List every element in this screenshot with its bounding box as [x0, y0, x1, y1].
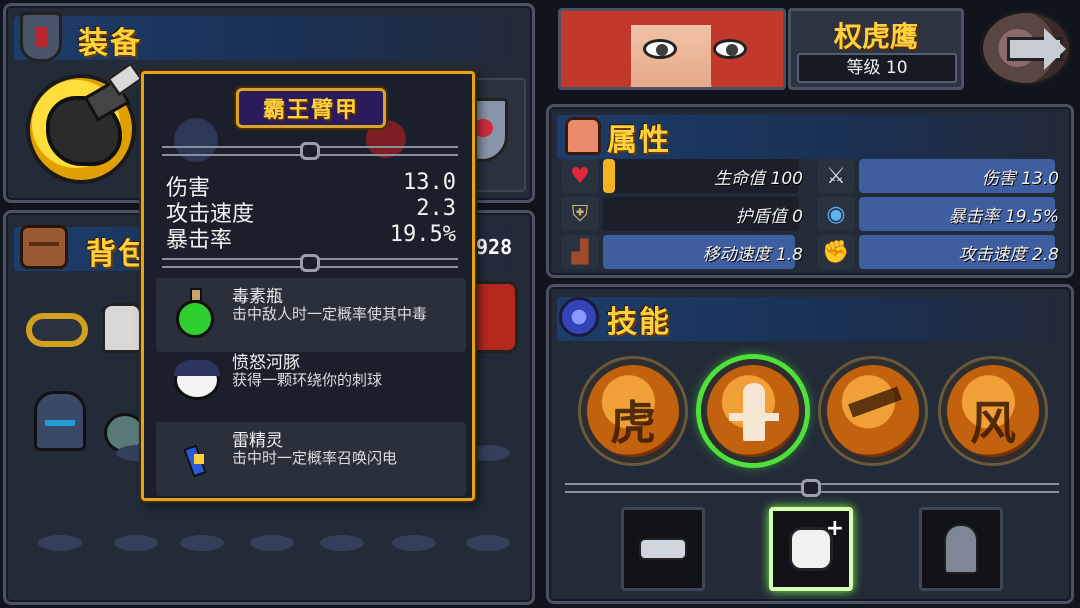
attr-label: 移动速度 1.8 — [702, 245, 803, 265]
fighter-silhouette-icon — [743, 383, 765, 441]
eye-icon: ◉ — [817, 197, 855, 231]
ability-name: 愤怒河豚 — [232, 353, 300, 373]
shield-icon: ⛨ — [561, 197, 599, 231]
skill-orb-tiger[interactable]: 虎 — [581, 359, 685, 463]
heart-icon: ♥ — [561, 159, 599, 193]
kick-silhouette-icon — [848, 386, 902, 418]
skill-orb-kick[interactable] — [821, 359, 925, 463]
dash-punch-icon — [639, 538, 687, 560]
skill-glyph: 风 — [970, 396, 1016, 450]
empty-slot[interactable] — [180, 535, 224, 551]
pufferfish-icon — [170, 354, 222, 406]
equipment-icon — [20, 12, 62, 62]
stat-value: 19.5% — [389, 222, 456, 247]
gauntlet-icon — [46, 96, 122, 166]
character-name: 权虎鹰 — [833, 20, 918, 53]
item-name: 霸王臂甲 — [262, 98, 359, 123]
fist-icon: ✊ — [817, 235, 855, 269]
skill-slot-power-fist[interactable]: + — [769, 507, 853, 591]
thunder-sprite-icon — [170, 432, 222, 484]
attr-label: 伤害 13.0 — [981, 169, 1059, 189]
ability-desc: 获得一颗环绕你的刺球 — [232, 371, 383, 389]
attributes-icon — [565, 117, 601, 155]
attr-attack-speed: ✊ 攻击速度 2.8 — [817, 235, 1065, 269]
boot-icon: ▟ — [561, 235, 599, 269]
poison-bottle-icon — [170, 288, 222, 340]
attr-hp: ♥ 生命值 100 — [561, 159, 809, 193]
item-name-plate: 霸王臂甲 — [236, 88, 386, 128]
arrow-right-icon — [1007, 28, 1066, 70]
fist-plus-icon: + — [789, 516, 844, 571]
skill-orb-wind[interactable]: 风 — [941, 359, 1045, 463]
item-tooltip: 霸王臂甲 伤害 13.0 攻击速度 2.3 暴击率 19.5% 毒素瓶 击中敌人… — [141, 71, 475, 501]
stat-row-damage: 伤害 13.0 — [166, 170, 456, 201]
attr-move-speed: ▟ 移动速度 1.8 — [561, 235, 809, 269]
backpack-item-knight-helm[interactable] — [34, 391, 86, 451]
hp-bar-fill — [603, 159, 615, 193]
backpack-item-gold-ring[interactable] — [26, 313, 88, 347]
skill-slot-dash-punch[interactable] — [621, 507, 705, 591]
ability-thunder-sprite: 雷精灵 击中时一定概率召唤闪电 — [156, 422, 466, 496]
attributes-title: 属性 — [607, 123, 671, 158]
skills-title: 技能 — [607, 305, 671, 340]
empty-slot[interactable] — [320, 535, 364, 551]
ability-name: 毒素瓶 — [232, 287, 283, 307]
attr-label: 护盾值 0 — [735, 207, 803, 227]
attr-damage: ⚔ 伤害 13.0 — [817, 159, 1065, 193]
back-button[interactable] — [980, 10, 1072, 86]
skill-slot-guard[interactable] — [919, 507, 1003, 591]
ability-poison-bottle: 毒素瓶 击中敌人时一定概率使其中毒 — [156, 278, 466, 352]
lightning-orb-icon — [559, 297, 599, 337]
empty-slot[interactable] — [114, 535, 158, 551]
attr-shield: ⛨ 护盾值 0 — [561, 197, 809, 231]
stat-value: 2.3 — [416, 196, 456, 221]
attributes-panel: 属性 ♥ 生命值 100 ⚔ 伤害 13.0 ⛨ 护盾值 0 ◉ 暴击率 19.… — [546, 104, 1074, 278]
character-name-plate: 权虎鹰 等级 10 — [788, 8, 964, 90]
character-portrait — [558, 8, 786, 90]
sword-icon: ⚔ — [817, 159, 855, 193]
attr-label: 生命值 100 — [714, 169, 803, 189]
empty-slot[interactable] — [466, 535, 510, 551]
equipment-title: 装备 — [78, 26, 142, 61]
backpack-item-claws[interactable] — [102, 303, 142, 353]
empty-slot[interactable] — [392, 535, 436, 551]
ability-desc: 击中时一定概率召唤闪电 — [232, 449, 398, 467]
ability-name: 雷精灵 — [232, 431, 283, 451]
skill-glyph: 虎 — [610, 396, 656, 450]
character-level: 等级 10 — [797, 53, 957, 83]
attr-label: 暴击率 19.5% — [948, 207, 1059, 227]
skills-panel: 技能 虎 风 + — [546, 284, 1074, 604]
character-eye — [713, 39, 747, 59]
backpack-icon — [20, 225, 68, 269]
empty-slot[interactable] — [250, 535, 294, 551]
coin-count: 928 — [476, 235, 513, 259]
tooltip-divider — [162, 254, 458, 272]
stat-row-attack-speed: 攻击速度 2.3 — [166, 196, 456, 227]
stat-label: 暴击率 — [166, 228, 233, 253]
attr-label: 攻击速度 2.8 — [958, 245, 1059, 265]
stat-row-crit-rate: 暴击率 19.5% — [166, 222, 456, 253]
stat-value: 13.0 — [403, 170, 456, 195]
skill-orb-stance[interactable] — [701, 359, 805, 463]
skills-divider — [565, 479, 1059, 497]
tooltip-divider — [162, 142, 458, 160]
ability-angry-pufferfish: 愤怒河豚 获得一颗环绕你的刺球 — [156, 344, 466, 418]
empty-slot[interactable] — [38, 535, 82, 551]
character-eye — [643, 39, 677, 59]
ability-desc: 击中敌人时一定概率使其中毒 — [232, 305, 428, 323]
attr-crit: ◉ 暴击率 19.5% — [817, 197, 1065, 231]
guard-stance-icon — [944, 524, 978, 574]
